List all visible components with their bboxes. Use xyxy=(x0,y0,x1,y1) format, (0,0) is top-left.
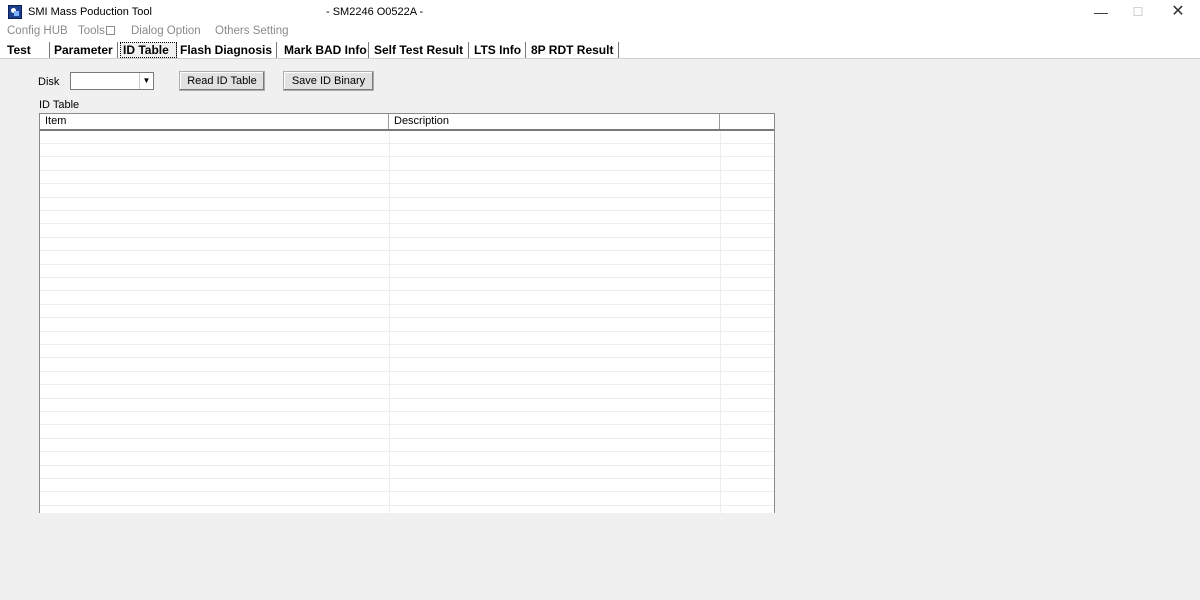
tab-strip: Test Parameter ID Table Flash Diagnosis … xyxy=(0,40,1200,59)
table-row xyxy=(40,225,774,238)
table-row xyxy=(40,211,774,225)
maximize-button[interactable]: ☐ xyxy=(1118,0,1158,24)
table-row xyxy=(40,386,774,399)
menu-config-hub[interactable]: Config HUB xyxy=(7,25,68,37)
disk-label: Disk xyxy=(38,76,60,88)
menu-tools[interactable]: Tools xyxy=(78,25,115,37)
table-row xyxy=(40,506,774,513)
table-row xyxy=(40,332,774,345)
read-id-table-button[interactable]: Read ID Table xyxy=(179,71,265,91)
table-row xyxy=(40,198,774,211)
table-row xyxy=(40,305,774,319)
menu-tools-label: Tools xyxy=(78,25,105,37)
table-row xyxy=(40,131,774,144)
tab-mark-bad-info[interactable]: Mark BAD Info xyxy=(284,42,369,58)
save-id-binary-button[interactable]: Save ID Binary xyxy=(283,71,374,91)
window-title: SMI Mass Poduction Tool xyxy=(28,6,152,18)
close-button[interactable]: ✕ xyxy=(1158,0,1198,24)
table-row xyxy=(40,265,774,278)
table-row xyxy=(40,359,774,372)
tools-box-icon xyxy=(105,26,115,35)
table-row xyxy=(40,278,774,292)
window-subtitle: - SM2246 O0522A - xyxy=(326,6,424,18)
column-header-description[interactable]: Description xyxy=(389,114,720,129)
table-header: Item Description xyxy=(40,114,774,131)
table-row xyxy=(40,372,774,386)
table-row xyxy=(40,412,774,426)
menu-others-setting[interactable]: Others Setting xyxy=(215,25,289,37)
chevron-down-icon[interactable]: ▼ xyxy=(139,73,153,89)
menu-dialog-option[interactable]: Dialog Option xyxy=(131,25,201,37)
column-header-extra[interactable] xyxy=(720,114,774,129)
table-row xyxy=(40,319,774,332)
id-table-label: ID Table xyxy=(39,99,80,111)
table-row xyxy=(40,466,774,479)
table-row xyxy=(40,292,774,305)
tab-test[interactable]: Test xyxy=(7,42,50,58)
table-row xyxy=(40,185,774,198)
table-row xyxy=(40,493,774,506)
tab-self-test-result[interactable]: Self Test Result xyxy=(374,42,469,58)
tab-8p-rdt-result[interactable]: 8P RDT Result xyxy=(531,42,619,58)
minimize-button[interactable]: — xyxy=(1081,0,1121,24)
table-row xyxy=(40,252,774,265)
menu-bar: Config HUB Tools Dialog Option Others Se… xyxy=(0,24,1200,40)
table-row xyxy=(40,426,774,439)
column-header-item[interactable]: Item xyxy=(40,114,389,129)
table-row xyxy=(40,399,774,412)
disk-select[interactable]: ▼ xyxy=(70,72,154,90)
tab-lts-info[interactable]: LTS Info xyxy=(474,42,526,58)
title-bar: SMI Mass Poduction Tool - SM2246 O0522A … xyxy=(0,0,1200,24)
table-row xyxy=(40,238,774,252)
table-row xyxy=(40,439,774,453)
table-row xyxy=(40,345,774,359)
tab-flash-diagnosis[interactable]: Flash Diagnosis xyxy=(180,42,277,58)
table-row xyxy=(40,144,774,158)
tab-id-table[interactable]: ID Table xyxy=(120,42,177,58)
id-table[interactable]: Item Description xyxy=(39,113,775,513)
app-icon xyxy=(8,5,22,19)
table-row xyxy=(40,171,774,185)
table-row xyxy=(40,453,774,466)
tab-parameter[interactable]: Parameter xyxy=(54,42,118,58)
table-row xyxy=(40,158,774,171)
table-row xyxy=(40,479,774,493)
